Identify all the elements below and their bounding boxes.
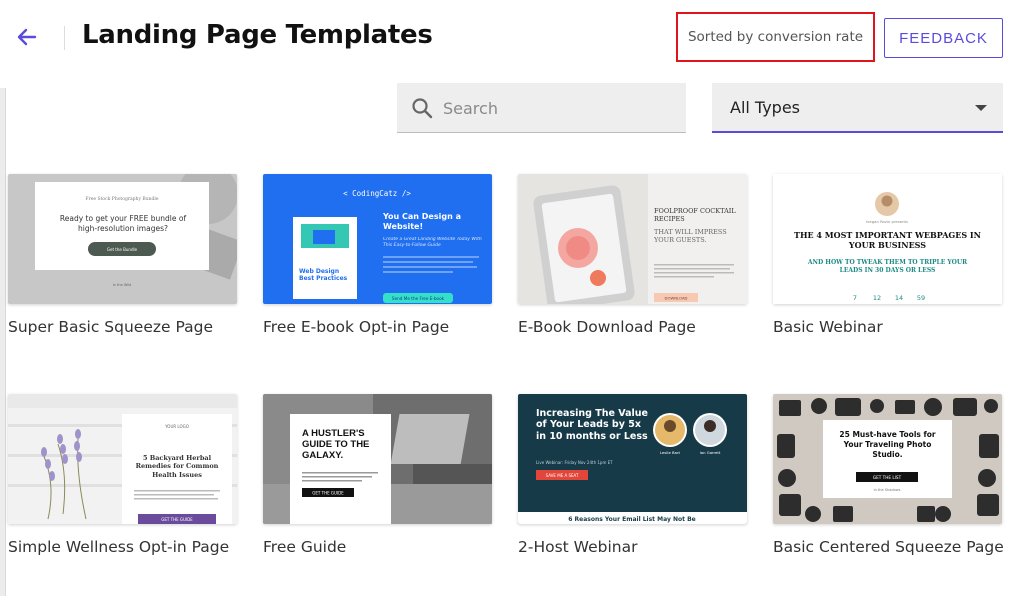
thumb-button: GET THE LIST bbox=[873, 475, 902, 480]
thumb-headline: Ready to get your FREE bundle of high-re… bbox=[59, 214, 187, 233]
host-1-name: Leslie Bart bbox=[660, 450, 681, 455]
template-name[interactable]: Free Guide bbox=[263, 538, 492, 556]
thumb-headline: You Can Design a Website! bbox=[383, 212, 461, 231]
countdown-days: 7 bbox=[853, 294, 857, 302]
template-card[interactable]: FOOLPROOF COCKTAIL RECIPES THAT WILL IMP… bbox=[518, 174, 747, 336]
thumb-sub: THAT WILL IMPRESS YOUR GUESTS. bbox=[654, 228, 727, 245]
template-thumbnail: Free Stock Photography Bundle Ready to g… bbox=[8, 174, 237, 304]
feedback-button[interactable]: FEEDBACK bbox=[884, 18, 1003, 58]
template-card[interactable]: Ivegan Rozin presents THE 4 MOST IMPORTA… bbox=[773, 174, 1002, 336]
template-name[interactable]: Simple Wellness Opt-in Page bbox=[8, 538, 237, 556]
thumb-logo: YOUR LOGO bbox=[164, 424, 189, 429]
template-thumbnail: 25 Must-have Tools for Your Traveling Ph… bbox=[773, 394, 1002, 524]
template-thumbnail: Ivegan Rozin presents THE 4 MOST IMPORTA… bbox=[773, 174, 1002, 304]
template-card[interactable]: < CodingCatz /> Web Design Best Practice… bbox=[263, 174, 492, 336]
thumb-footer: 6 Reasons Your Email List May Not Be bbox=[568, 516, 695, 523]
thumb-presenter: Ivegan Rozin presents bbox=[866, 219, 908, 224]
template-name[interactable]: Basic Centered Squeeze Page bbox=[773, 538, 1004, 556]
search-icon bbox=[412, 98, 433, 119]
thumb-date: Live Webinar: Friday Nov 24th 1pm ET bbox=[536, 460, 613, 465]
scrollbar[interactable] bbox=[0, 88, 6, 596]
host-2-name: Ian Garrett bbox=[700, 450, 721, 455]
template-card[interactable]: A HUSTLER'S GUIDE TO THE GALAXY. GET THE… bbox=[263, 394, 492, 556]
header-divider bbox=[64, 26, 65, 50]
template-name[interactable]: Super Basic Squeeze Page bbox=[8, 318, 237, 336]
template-thumbnail: FOOLPROOF COCKTAIL RECIPES THAT WILL IMP… bbox=[518, 174, 747, 304]
template-card[interactable]: YOUR LOGO 5 Backyard Herbal Remedies for… bbox=[8, 394, 237, 556]
search-box[interactable] bbox=[397, 83, 686, 133]
template-thumbnail: YOUR LOGO 5 Backyard Herbal Remedies for… bbox=[8, 394, 237, 524]
countdown-seconds: 59 bbox=[917, 294, 925, 302]
thumb-footer: In the Wild bbox=[113, 283, 132, 287]
template-name[interactable]: Basic Webinar bbox=[773, 318, 1002, 336]
type-filter-value: All Types bbox=[730, 98, 801, 117]
thumb-button: SAVE ME A SEAT bbox=[546, 473, 579, 478]
thumb-kicker: Free Stock Photography Bundle bbox=[85, 196, 158, 202]
template-name[interactable]: E-Book Download Page bbox=[518, 318, 747, 336]
thumb-button: DOWNLOAD bbox=[665, 296, 688, 301]
thumb-button: Send Me the Free E-book bbox=[392, 296, 445, 301]
thumb-sub: AND HOW TO TWEAK THEM TO TRIPLE YOUR LEA… bbox=[807, 259, 968, 274]
thumb-headline: THE 4 MOST IMPORTANT WEBPAGES IN YOUR BU… bbox=[794, 230, 981, 251]
page-title: Landing Page Templates bbox=[82, 20, 433, 50]
thumb-footer: In the Shadows bbox=[874, 488, 901, 492]
thumb-sub: Create a Great Landing Website Today Wit… bbox=[383, 237, 482, 248]
thumb-brand: < CodingCatz /> bbox=[343, 189, 411, 198]
sort-indicator: Sorted by conversion rate bbox=[676, 12, 875, 62]
back-arrow-icon[interactable] bbox=[14, 24, 40, 50]
thumb-headline: Increasing The Value of Your Leads by 5x… bbox=[536, 408, 648, 442]
thumb-book-title: Web Design Best Practices bbox=[299, 268, 348, 283]
type-filter-select[interactable]: All Types bbox=[712, 83, 1003, 133]
search-input[interactable] bbox=[443, 95, 673, 121]
countdown-minutes: 14 bbox=[895, 294, 903, 302]
template-name[interactable]: Free E-book Opt-in Page bbox=[263, 318, 492, 336]
thumb-headline: 5 Backyard Herbal Remedies for Common He… bbox=[135, 454, 219, 479]
template-thumbnail: Increasing The Value of Your Leads by 5x… bbox=[518, 394, 747, 524]
chevron-down-icon bbox=[975, 105, 987, 111]
thumb-headline: FOOLPROOF COCKTAIL RECIPES bbox=[654, 207, 736, 224]
thumb-headline: A HUSTLER'S GUIDE TO THE GALAXY. bbox=[302, 429, 370, 461]
template-name[interactable]: 2-Host Webinar bbox=[518, 538, 747, 556]
template-card[interactable]: 25 Must-have Tools for Your Traveling Ph… bbox=[773, 394, 1004, 556]
template-thumbnail: < CodingCatz /> Web Design Best Practice… bbox=[263, 174, 492, 304]
template-card[interactable]: Free Stock Photography Bundle Ready to g… bbox=[8, 174, 237, 336]
template-card[interactable]: Increasing The Value of Your Leads by 5x… bbox=[518, 394, 747, 556]
thumb-headline: 25 Must-have Tools for Your Traveling Ph… bbox=[839, 430, 936, 459]
page-header: Landing Page Templates Sorted by convers… bbox=[0, 0, 1024, 76]
thumb-button: Get the Bundle bbox=[107, 247, 138, 252]
thumb-button: GET THE GUIDE bbox=[161, 517, 193, 522]
thumb-button: GET THE GUIDE bbox=[312, 491, 344, 496]
template-thumbnail: A HUSTLER'S GUIDE TO THE GALAXY. GET THE… bbox=[263, 394, 492, 524]
countdown-hours: 12 bbox=[873, 294, 881, 302]
